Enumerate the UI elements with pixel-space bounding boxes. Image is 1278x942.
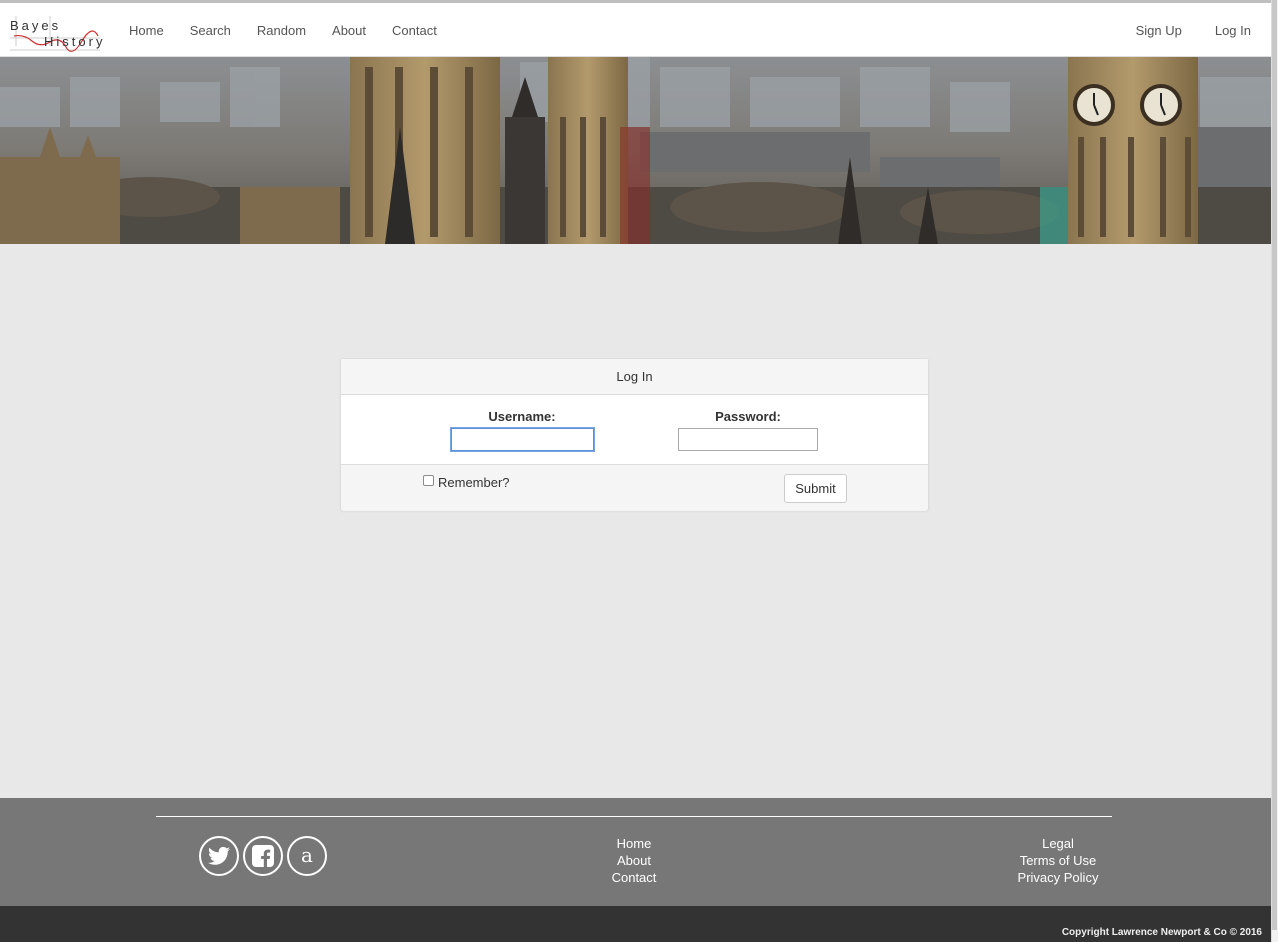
nav-home-link[interactable]: Home [116,23,177,38]
westminster-skyline-illustration [0,57,1271,244]
nav-random-link[interactable]: Random [244,23,319,38]
footer: a Home About Contact Legal Terms of Use … [0,798,1271,906]
logo-text-line1: Bayes [10,18,62,33]
password-input[interactable] [678,428,818,451]
remember-option[interactable]: Remember? [423,475,510,490]
nav-search-link[interactable]: Search [177,23,244,38]
social-links: a [199,836,331,876]
footer-home-link[interactable]: Home [584,835,684,852]
footer-legal-link[interactable]: Legal [1008,835,1108,852]
footer-divider [156,816,1112,817]
submit-button[interactable]: Submit [784,474,847,503]
twitter-icon[interactable] [199,836,239,876]
site-logo[interactable]: Bayes History [10,14,105,56]
amazon-icon[interactable]: a [287,836,327,876]
remember-label: Remember? [438,475,510,490]
hero-banner-image [0,57,1271,244]
nav-signup-link[interactable]: Sign Up [1103,23,1182,38]
footer-legal-links: Legal Terms of Use Privacy Policy [1008,835,1108,886]
username-label: Username: [488,409,556,424]
navbar: Bayes History Home Search Random About C… [0,3,1271,57]
page-scrollbar[interactable] [1271,0,1278,942]
copyright-bar: Copyright Lawrence Newport & Co © 2016 [0,906,1271,942]
footer-contact-link[interactable]: Contact [584,869,684,886]
nav-main: Home Search Random About Contact [116,3,450,57]
login-panel-body: Username: Password: [341,395,928,464]
password-label: Password: [715,409,781,424]
footer-nav-links: Home About Contact [584,835,684,886]
nav-contact-link[interactable]: Contact [379,23,450,38]
nav-account: Sign Up Log In [1103,3,1251,57]
footer-privacy-link[interactable]: Privacy Policy [1008,869,1108,886]
login-panel-footer: Remember? Submit [341,464,928,511]
username-input[interactable] [451,428,594,451]
login-panel-title: Log In [341,359,928,395]
login-panel: Log In Username: Password: Remember? Sub… [340,358,929,511]
copyright-text: Copyright Lawrence Newport & Co © 2016 [1061,927,1262,938]
amazon-glyph: a [301,843,313,867]
footer-terms-link[interactable]: Terms of Use [1008,852,1108,869]
scrollbar-thumb[interactable] [1272,0,1277,930]
nav-login-link[interactable]: Log In [1182,23,1251,38]
logo-text-line2: History [44,34,106,49]
facebook-icon[interactable] [243,836,283,876]
nav-about-link[interactable]: About [319,23,379,38]
remember-checkbox[interactable] [423,475,434,486]
footer-about-link[interactable]: About [584,852,684,869]
